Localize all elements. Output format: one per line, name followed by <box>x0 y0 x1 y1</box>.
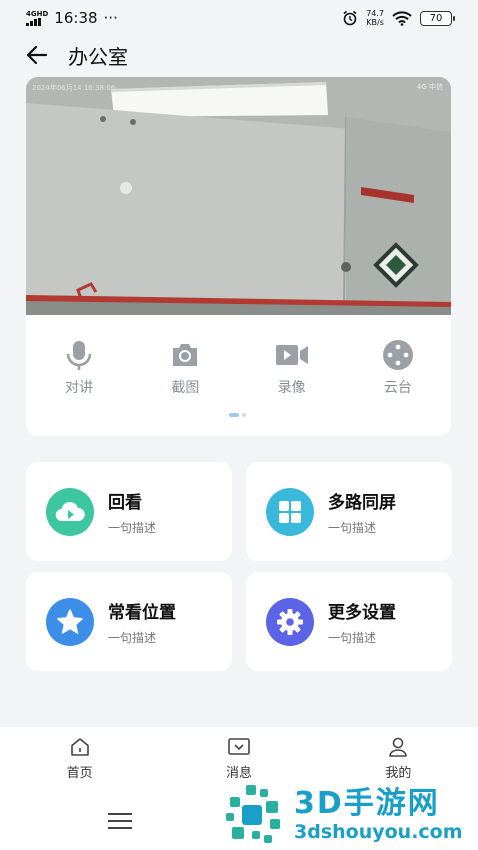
record-button[interactable]: 录像 <box>239 339 345 397</box>
arrow-left-icon <box>26 45 48 65</box>
status-more: ··· <box>103 9 118 27</box>
alarm-icon <box>343 10 357 26</box>
page-indicator <box>229 413 246 417</box>
nav-label: 首页 <box>66 766 93 781</box>
nav-label: 消息 <box>225 766 252 781</box>
cloud-play-icon <box>46 487 94 536</box>
nav-label: 我的 <box>385 766 412 781</box>
wifi-icon <box>392 10 412 26</box>
video-network-label: 4G 中信 <box>416 83 443 91</box>
page-title: 办公室 <box>68 44 128 69</box>
status-time: 16:38 <box>54 9 98 27</box>
header: 办公室 <box>0 36 478 74</box>
grid-icon <box>266 487 314 536</box>
system-menu-button[interactable] <box>108 813 132 834</box>
control-label: 对讲 <box>65 380 94 396</box>
status-bar: 4GHD 16:38 ··· 74.7 KB/s 70 <box>0 0 478 36</box>
control-label: 录像 <box>277 380 306 396</box>
inbox-icon <box>228 738 250 755</box>
control-label: 云台 <box>383 380 412 396</box>
playback-card[interactable]: 回看 一句描述 <box>26 462 232 561</box>
watermark-url: 3dshouyou.com <box>294 821 463 843</box>
user-icon <box>389 737 408 757</box>
favorite-positions-card[interactable]: 常看位置 一句描述 <box>26 572 232 671</box>
more-settings-card[interactable]: 更多设置 一句描述 <box>246 572 452 671</box>
feature-title: 常看位置 <box>108 602 176 623</box>
microphone-icon <box>66 341 92 370</box>
home-icon <box>70 738 89 756</box>
network-speed: 74.7 KB/s <box>366 9 384 27</box>
multi-screen-card[interactable]: 多路同屏 一句描述 <box>246 462 452 561</box>
video-camera-icon <box>275 345 308 365</box>
ptz-control-icon <box>382 340 413 370</box>
video-timestamp: 2024年06月14 16:38:06 <box>32 84 116 92</box>
control-label: 截图 <box>171 380 200 396</box>
battery-icon: 70 <box>420 10 455 26</box>
feature-subtitle: 一句描述 <box>328 630 377 645</box>
camera-scene <box>26 77 451 315</box>
camera-controls: 对讲 截图 录像 云台 <box>26 339 451 397</box>
nav-item-home[interactable]: 首页 <box>0 736 159 791</box>
feature-title: 回看 <box>108 492 142 513</box>
feature-title: 多路同屏 <box>328 492 396 513</box>
gear-icon <box>266 597 314 646</box>
ptz-button[interactable]: 云台 <box>345 339 451 397</box>
back-button[interactable] <box>23 41 51 69</box>
feature-title: 更多设置 <box>328 602 396 623</box>
watermark-logo <box>226 785 280 843</box>
camera-card: 2024年06月14 16:38:06 4G 中信 对讲 截图 录像 云台 <box>26 77 451 436</box>
network-type: 4GHD <box>26 9 49 18</box>
star-icon <box>46 597 94 646</box>
feature-subtitle: 一句描述 <box>328 520 377 535</box>
cellular-signal-icon: 4GHD <box>26 9 49 26</box>
watermark: 3D手游网 3dshouyou.com <box>222 780 478 850</box>
camera-icon <box>173 344 198 366</box>
feature-subtitle: 一句描述 <box>108 630 157 645</box>
screenshot-button[interactable]: 截图 <box>132 339 238 397</box>
watermark-title: 3D手游网 <box>294 786 440 821</box>
camera-live-view[interactable]: 2024年06月14 16:38:06 4G 中信 <box>26 77 451 315</box>
talk-button[interactable]: 对讲 <box>26 339 132 397</box>
feature-subtitle: 一句描述 <box>108 520 157 535</box>
